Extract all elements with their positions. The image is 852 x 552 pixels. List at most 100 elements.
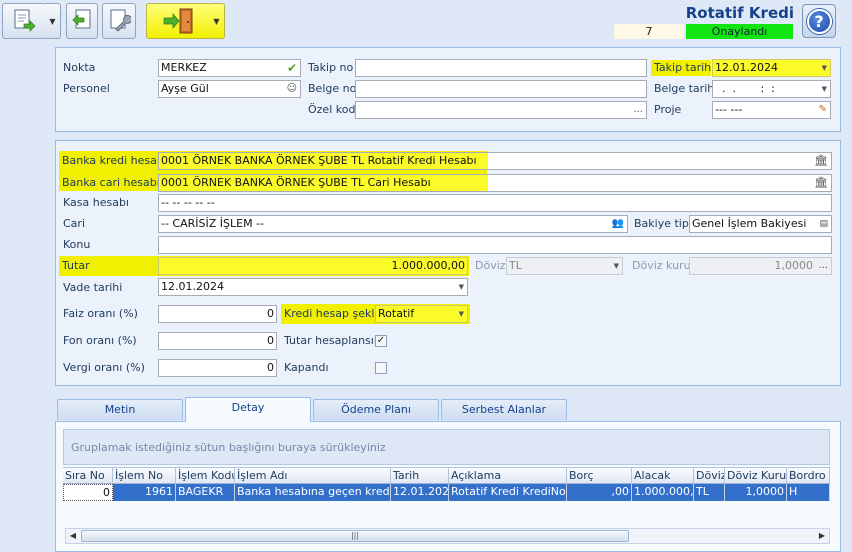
personel-label: Personel [63,82,110,95]
banka-kredi-label: Banka kredi hesabı [62,154,167,167]
wrench-icon [110,9,131,32]
people-lookup-icon[interactable]: 👥 [612,216,624,232]
table-cell[interactable]: 1,0000 [725,484,787,501]
tab-serbest-alanlar[interactable]: Serbest Alanlar [441,399,567,420]
kasa-label: Kasa hesabı [63,196,129,209]
belge-tarihi-field[interactable]: . . : : ▼ [712,80,831,98]
nokta-field[interactable]: MERKEZ ✔ [158,59,301,77]
chevron-down-icon[interactable]: ▼ [459,306,464,322]
table-cell[interactable]: 0 [63,484,113,501]
exit-dropdown-arrow[interactable]: ▼ [209,3,225,39]
column-header[interactable]: Tarih [391,468,449,483]
banka-cari-label: Banka cari hesabı [62,176,160,189]
kasa-field[interactable]: -- -- -- -- -- [158,194,832,212]
person-lookup-icon[interactable]: ☺ [287,81,297,97]
bakiye-tipi-value: Genel İşlem Bakiyesi [692,217,807,230]
banka-cari-value: 0001 ÖRNEK BANKA ÖRNEK ŞUBE TL Cari Hesa… [161,176,431,189]
chevron-down-icon[interactable]: ▼ [459,279,464,295]
cari-value: -- CARİSİZ İŞLEM -- [161,217,265,230]
table-cell[interactable]: TL [694,484,725,501]
kapandi-checkbox[interactable] [375,362,387,374]
save-dropdown-arrow[interactable]: ▼ [45,3,61,39]
column-header[interactable]: İşlem Adı [235,468,391,483]
bank-icon[interactable]: 🏛 [814,175,828,191]
help-icon: ? [806,8,832,34]
belge-no-field[interactable] [355,80,647,98]
takip-tarihi-label: Takip tarihi [651,60,714,76]
table-cell[interactable]: 1.000.000,0 [632,484,694,501]
faiz-field[interactable]: 0 [158,305,277,323]
column-header[interactable]: Döviz Kuru [725,468,787,483]
belge-tarihi-value: . . : : [715,82,775,95]
tutar-field[interactable]: 1.000.000,00 [158,257,468,275]
scroll-thumb[interactable]: ||| [81,530,629,542]
column-header[interactable]: Döviz [694,468,725,483]
check-icon[interactable]: ✔ [287,60,297,76]
banka-kredi-field[interactable]: 0001 ÖRNEK BANKA ÖRNEK ŞUBE TL Rotatif K… [158,152,832,170]
kredi-sekli-field[interactable]: Rotatif ▼ [375,305,468,323]
record-number: 7 [614,24,684,39]
vade-tarihi-label: Vade tarihi [63,281,123,294]
settings-button[interactable] [102,3,136,39]
bank-icon[interactable]: 🏛 [814,153,828,169]
ellipsis-button[interactable]: ... [633,102,643,118]
document-save-icon [14,9,36,32]
column-header[interactable]: İşlem No [113,468,176,483]
scroll-left-icon[interactable]: ◀ [66,529,80,543]
back-button[interactable] [66,3,98,39]
horizontal-scrollbar[interactable]: ◀ ||| ▶ [65,528,830,544]
column-header[interactable]: Alacak [632,468,694,483]
column-header[interactable]: İşlem Kodu [176,468,235,483]
table-cell[interactable]: 1961 [113,484,176,501]
tutar-label: Tutar [62,259,90,272]
bakiye-tipi-label: Bakiye tipi [634,217,692,230]
chevron-down-icon[interactable]: ▼ [822,60,827,76]
table-cell[interactable]: H [787,484,830,501]
personel-field[interactable]: Ayşe Gül ☺ [158,80,301,98]
table-cell[interactable]: Rotatif Kredi KrediNo:7 [449,484,567,501]
cari-field[interactable]: -- CARİSİZ İŞLEM -- 👥 [158,215,628,233]
column-header[interactable]: Borç [567,468,632,483]
takip-no-field[interactable] [355,59,647,77]
group-by-panel[interactable]: Gruplamak istediğiniz sütun başlığını bu… [63,429,830,465]
ozel-kod-field[interactable]: ... [355,101,647,119]
faiz-label: Faiz oranı (%) [63,307,138,320]
calculator-icon[interactable]: ▤ [819,216,828,232]
save-dropdown-button[interactable] [2,3,46,39]
column-header[interactable]: Sıra No [63,468,113,483]
column-header[interactable]: Bordro [787,468,830,483]
tab-detay[interactable]: Detay [185,397,311,422]
vade-tarihi-field[interactable]: 12.01.2024 ▼ [158,278,468,296]
takip-tarihi-field[interactable]: 12.01.2024 ▼ [712,59,831,77]
tab-odeme-plani[interactable]: Ödeme Planı [313,399,439,420]
chevron-down-icon[interactable]: ▼ [822,81,827,97]
belge-tarihi-label: Belge tarihi [654,82,718,95]
help-button[interactable]: ? [802,4,836,38]
tab-metin[interactable]: Metin [57,399,183,420]
fon-field[interactable]: 0 [158,332,277,350]
nokta-value: MERKEZ [161,61,207,74]
table-cell[interactable]: BAGEKR [176,484,235,501]
proje-field[interactable]: --- --- ✎ [712,101,831,119]
doviz-label: Döviz [475,259,506,272]
ozel-kod-label: Özel kod [308,103,356,116]
bakiye-tipi-field[interactable]: Genel İşlem Bakiyesi ▤ [689,215,832,233]
ellipsis-button: ... [818,260,828,271]
table-cell[interactable]: 12.01.2024 [391,484,449,501]
proje-value: --- --- [715,103,743,116]
table-row[interactable]: 0 1961 BAGEKR Banka hesabına geçen kredi… [63,484,830,501]
table-cell[interactable]: Banka hesabına geçen kredi [235,484,391,501]
column-header[interactable]: Açıklama [449,468,567,483]
banka-cari-field[interactable]: 0001 ÖRNEK BANKA ÖRNEK ŞUBE TL Cari Hesa… [158,174,832,192]
grid-header: Sıra No İşlem No İşlem Kodu İşlem Adı Ta… [63,467,830,484]
exit-button[interactable] [146,3,210,39]
doviz-kuru-field: 1,0000 ... [689,257,832,275]
konu-field[interactable] [158,236,832,254]
tutar-hesap-checkbox[interactable]: ✓ [375,335,387,347]
table-cell[interactable]: ,00 [567,484,632,501]
edit-icon[interactable]: ✎ [819,102,827,118]
scroll-right-icon[interactable]: ▶ [815,529,829,543]
fon-label: Fon oranı (%) [63,334,137,347]
vergi-field[interactable]: 0 [158,359,277,377]
konu-label: Konu [63,238,91,251]
